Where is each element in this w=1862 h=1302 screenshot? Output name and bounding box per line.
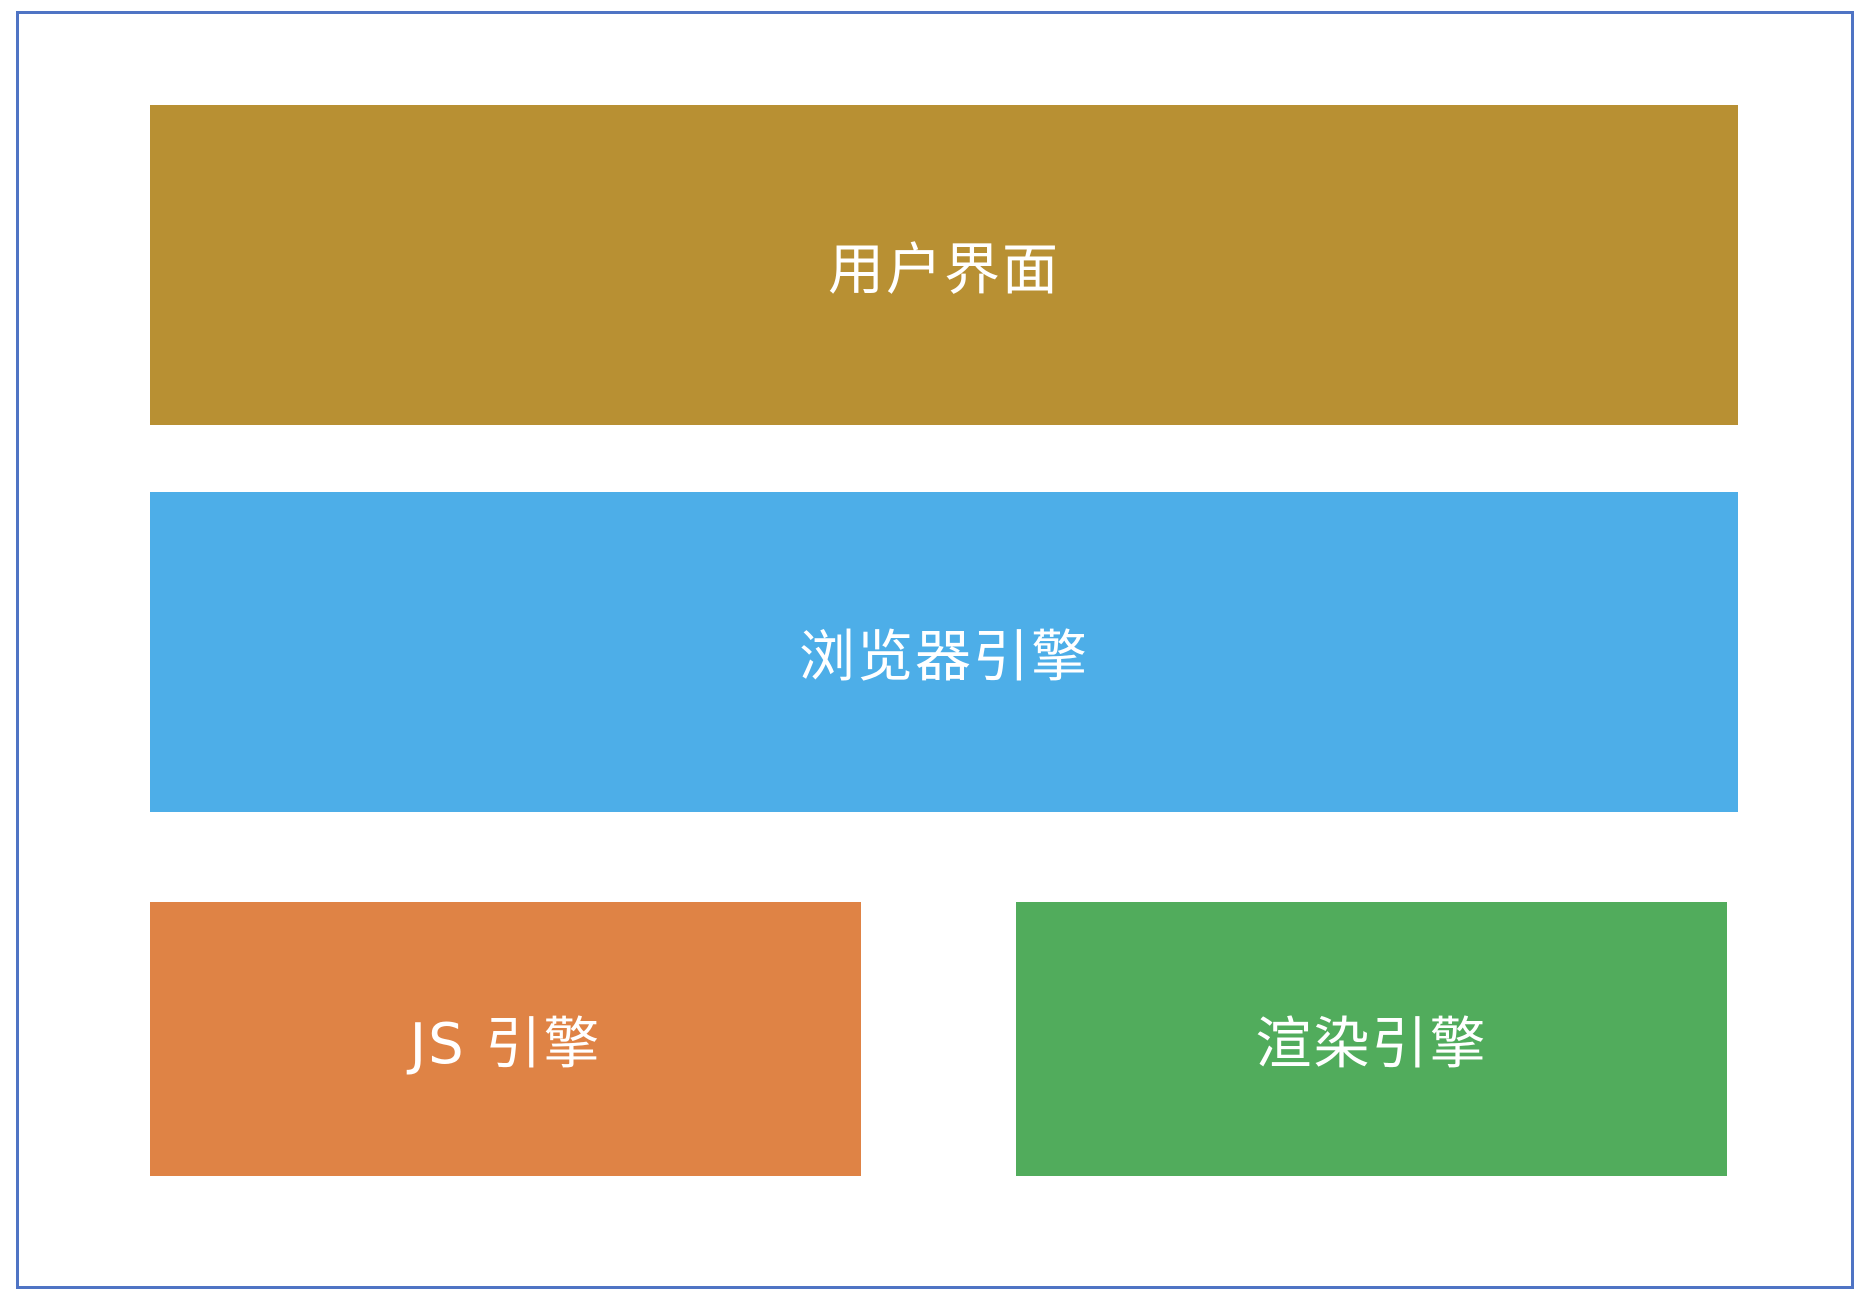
js-engine-label: JS 引擎 (409, 1011, 602, 1077)
browser-engine-block: 浏览器引擎 (150, 492, 1738, 812)
rendering-engine-label: 渲染引擎 (1255, 1011, 1488, 1077)
user-interface-block: 用户界面 (150, 105, 1738, 425)
rendering-engine-block: 渲染引擎 (1016, 902, 1727, 1176)
browser-engine-label: 浏览器引擎 (799, 624, 1089, 690)
js-engine-block: JS 引擎 (150, 902, 861, 1176)
user-interface-label: 用户界面 (828, 237, 1060, 303)
